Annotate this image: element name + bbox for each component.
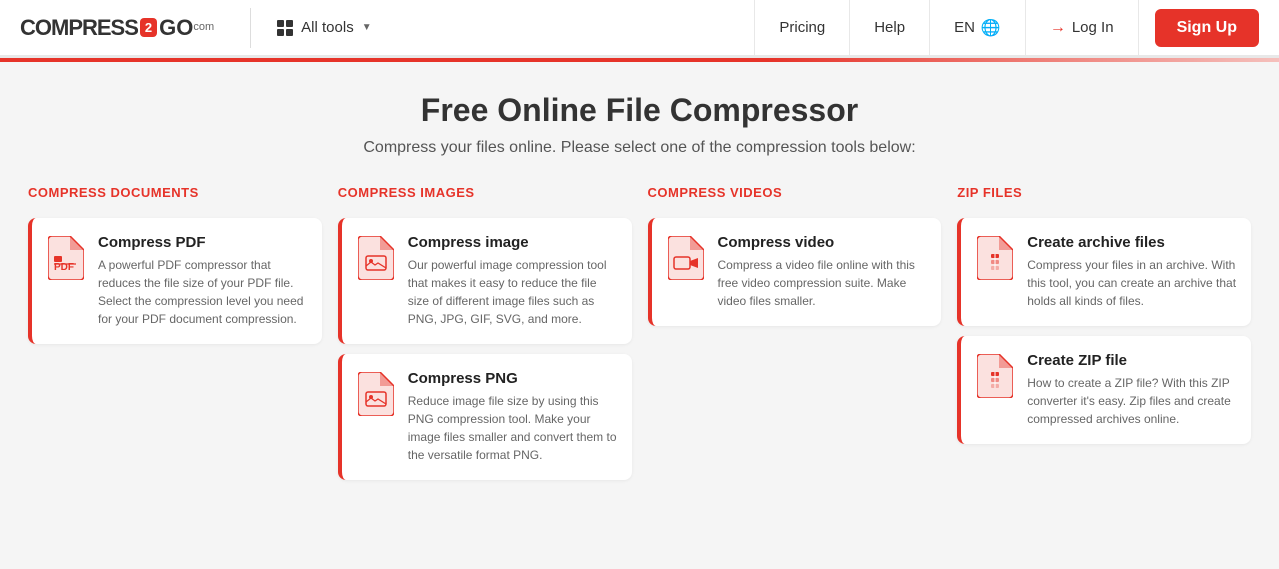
login-label: Log In	[1072, 19, 1114, 36]
image-icon	[356, 234, 396, 282]
all-tools-button[interactable]: All tools ▼	[267, 13, 381, 42]
login-icon: →	[1050, 19, 1066, 37]
pricing-link[interactable]: Pricing	[754, 0, 850, 57]
png-icon	[356, 370, 396, 418]
archive-tool-name: Create archive files	[1027, 234, 1237, 251]
png-tool-info: Compress PNG Reduce image file size by u…	[408, 370, 618, 464]
category-videos-title: COMPRESS VIDEOS	[648, 185, 942, 206]
pdf-tool-name: Compress PDF	[98, 234, 308, 251]
archive-icon	[975, 234, 1015, 282]
category-zip: ZIP FILES Create archive files Co	[949, 185, 1259, 490]
main-nav: Pricing Help EN 🌐 → Log In Sign Up	[754, 0, 1259, 57]
lang-label: EN	[954, 19, 975, 36]
tool-compress-png[interactable]: Compress PNG Reduce image file size by u…	[338, 354, 632, 480]
image-tool-desc: Our powerful image compression tool that…	[408, 256, 618, 328]
png-tool-desc: Reduce image file size by using this PNG…	[408, 392, 618, 464]
tool-create-archive[interactable]: Create archive files Compress your files…	[957, 218, 1251, 326]
logo-go: GO	[159, 15, 193, 41]
category-videos: COMPRESS VIDEOS Compress video Compress …	[640, 185, 950, 490]
archive-tool-info: Create archive files Compress your files…	[1027, 234, 1237, 310]
hero-subtitle: Compress your files online. Please selec…	[20, 139, 1259, 157]
chevron-down-icon: ▼	[362, 22, 372, 33]
zip-tool-info: Create ZIP file How to create a ZIP file…	[1027, 352, 1237, 428]
categories-grid: COMPRESS DOCUMENTS PDF Compress PDF A po…	[20, 185, 1259, 490]
zip-tool-name: Create ZIP file	[1027, 352, 1237, 369]
pdf-icon: PDF	[46, 234, 86, 282]
category-images-title: COMPRESS IMAGES	[338, 185, 632, 206]
category-images: COMPRESS IMAGES Compress image Our power…	[330, 185, 640, 490]
tool-compress-video[interactable]: Compress video Compress a video file onl…	[648, 218, 942, 326]
header-divider	[250, 8, 251, 48]
video-icon	[666, 234, 706, 282]
logo-compress: COMPRESS	[20, 15, 138, 41]
language-selector[interactable]: EN 🌐	[930, 0, 1026, 57]
hero-title: Free Online File Compressor	[20, 92, 1259, 129]
login-button[interactable]: → Log In	[1026, 0, 1139, 57]
zip-tool-desc: How to create a ZIP file? With this ZIP …	[1027, 374, 1237, 428]
video-tool-desc: Compress a video file online with this f…	[718, 256, 928, 310]
image-tool-name: Compress image	[408, 234, 618, 251]
archive-tool-desc: Compress your files in an archive. With …	[1027, 256, 1237, 310]
category-documents-title: COMPRESS DOCUMENTS	[28, 185, 322, 206]
all-tools-label: All tools	[301, 19, 354, 36]
tool-create-zip[interactable]: Create ZIP file How to create a ZIP file…	[957, 336, 1251, 444]
category-documents: COMPRESS DOCUMENTS PDF Compress PDF A po…	[20, 185, 330, 490]
grid-icon	[277, 20, 293, 36]
tool-compress-image[interactable]: Compress image Our powerful image compre…	[338, 218, 632, 344]
category-zip-title: ZIP FILES	[957, 185, 1251, 206]
image-tool-info: Compress image Our powerful image compre…	[408, 234, 618, 328]
help-link[interactable]: Help	[850, 0, 930, 57]
globe-icon: 🌐	[981, 18, 1001, 38]
zip-icon	[975, 352, 1015, 400]
header: COMPRESS 2 GO com All tools ▼ Pricing He…	[0, 0, 1279, 58]
pdf-tool-info: Compress PDF A powerful PDF compressor t…	[98, 234, 308, 328]
logo-com: com	[193, 21, 214, 33]
signup-button[interactable]: Sign Up	[1155, 9, 1259, 47]
pdf-tool-desc: A powerful PDF compressor that reduces t…	[98, 256, 308, 328]
video-tool-info: Compress video Compress a video file onl…	[718, 234, 928, 310]
main-content: Free Online File Compressor Compress you…	[0, 62, 1279, 510]
logo[interactable]: COMPRESS 2 GO com	[20, 15, 214, 41]
png-tool-name: Compress PNG	[408, 370, 618, 387]
tool-compress-pdf[interactable]: PDF Compress PDF A powerful PDF compress…	[28, 218, 322, 344]
video-tool-name: Compress video	[718, 234, 928, 251]
logo-badge: 2	[140, 18, 157, 37]
